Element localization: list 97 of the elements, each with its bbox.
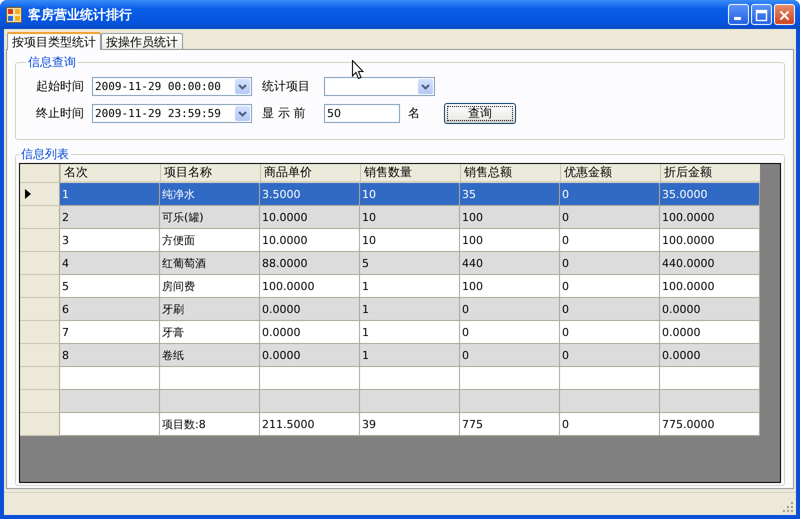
table-cell: 0.0000	[260, 298, 360, 321]
table-cell: 4	[60, 252, 160, 275]
app-icon	[6, 6, 22, 22]
table-cell: 卷纸	[160, 344, 260, 367]
table-cell: 100.0000	[660, 206, 760, 229]
dropdown-icon	[418, 79, 433, 94]
table-cell: 可乐(罐)	[160, 206, 260, 229]
table-cell: 6	[60, 298, 160, 321]
maximize-button[interactable]	[751, 4, 772, 25]
table-cell: 0	[560, 252, 660, 275]
mouse-pointer-icon	[352, 60, 364, 80]
column-header[interactable]: 优惠金额	[560, 164, 660, 183]
table-cell: 0	[560, 413, 660, 436]
table-cell: 项目数:8	[160, 413, 260, 436]
tab[interactable]: 按操作员统计	[101, 33, 183, 49]
table-cell: 7	[60, 321, 160, 344]
table-cell: 88.0000	[260, 252, 360, 275]
table-cell: 5	[60, 275, 160, 298]
table-cell: 5	[360, 252, 460, 275]
table-cell: 房间费	[160, 275, 260, 298]
table-cell: 3.5000	[260, 183, 360, 206]
table-cell: 10	[360, 206, 460, 229]
table-cell: 10.0000	[260, 229, 360, 252]
dropdown[interactable]	[324, 77, 435, 96]
tab[interactable]: 按项目类型统计	[7, 32, 101, 50]
field-label: 名	[408, 105, 420, 122]
query-button[interactable]: 查询	[444, 103, 516, 124]
table-cell: 0	[460, 321, 560, 344]
table-cell: 211.5000	[260, 413, 360, 436]
table-cell: 1	[360, 298, 460, 321]
table-cell: 39	[360, 413, 460, 436]
table-cell: 10.0000	[260, 206, 360, 229]
table-cell: 牙刷	[160, 298, 260, 321]
table-cell: 100	[460, 229, 560, 252]
group-title: 信息查询	[27, 54, 77, 71]
table-cell: 1	[60, 183, 160, 206]
table-cell: 1	[360, 275, 460, 298]
table-cell: 0	[560, 298, 660, 321]
table-cell: 100.0000	[660, 275, 760, 298]
table-cell: 0	[560, 275, 660, 298]
table-cell: 0	[560, 344, 660, 367]
dropdown-icon	[235, 106, 250, 121]
table-cell: 0.0000	[260, 321, 360, 344]
table-cell: 0.0000	[660, 344, 760, 367]
current-row-icon	[25, 189, 31, 199]
table-cell: 0	[560, 321, 660, 344]
table-cell: 100.0000	[660, 229, 760, 252]
count-field[interactable]: 50	[324, 104, 400, 123]
table-cell: 775	[460, 413, 560, 436]
table-cell: 0	[460, 344, 560, 367]
table-cell: 方便面	[160, 229, 260, 252]
field-label: 统计项目	[262, 78, 311, 95]
table-cell: 0	[560, 229, 660, 252]
date-picker[interactable]: 2009-11-29 00:00:00	[92, 77, 252, 96]
dropdown-icon	[235, 79, 250, 94]
table-cell: 100	[460, 275, 560, 298]
table-cell: 100	[460, 206, 560, 229]
field-label: 起始时间	[35, 78, 84, 95]
table-cell: 2	[60, 206, 160, 229]
table-cell: 8	[60, 344, 160, 367]
table-cell: 100.0000	[260, 275, 360, 298]
date-picker[interactable]: 2009-11-29 23:59:59	[92, 104, 252, 123]
table-cell: 35	[460, 183, 560, 206]
row-header[interactable]	[20, 183, 60, 206]
table-cell: 0.0000	[260, 344, 360, 367]
table-cell: 3	[60, 229, 160, 252]
column-header[interactable]: 名次	[60, 164, 160, 183]
group-title: 信息列表	[20, 146, 70, 163]
column-header[interactable]: 销售总额	[460, 164, 560, 183]
field-label: 终止时间	[35, 105, 84, 122]
table-cell: 440	[460, 252, 560, 275]
table-cell: 0.0000	[660, 298, 760, 321]
corner-header	[20, 164, 60, 183]
table-cell: 10	[360, 229, 460, 252]
column-header[interactable]: 项目名称	[160, 164, 260, 183]
table-cell: 0	[560, 183, 660, 206]
table-cell: 1	[360, 344, 460, 367]
table-cell: 0	[560, 206, 660, 229]
resize-grip-icon	[783, 502, 794, 513]
table-cell: 35.0000	[660, 183, 760, 206]
minimize-button[interactable]	[728, 4, 749, 25]
close-button[interactable]	[774, 4, 795, 25]
field-label: 显 示 前	[262, 105, 307, 122]
table-cell: 红葡萄酒	[160, 252, 260, 275]
column-header[interactable]: 商品单价	[260, 164, 360, 183]
table-cell: 10	[360, 183, 460, 206]
column-header[interactable]: 销售数量	[360, 164, 460, 183]
table-cell: 纯净水	[160, 183, 260, 206]
table-cell: 440.0000	[660, 252, 760, 275]
table-cell: 0.0000	[660, 321, 760, 344]
table-cell: 1	[360, 321, 460, 344]
window-title: 客房营业统计排行	[28, 6, 133, 24]
table-cell: 775.0000	[660, 413, 760, 436]
column-header[interactable]: 折后金额	[660, 164, 760, 183]
table-cell: 0	[460, 298, 560, 321]
table-cell: 牙膏	[160, 321, 260, 344]
minimize-icon	[734, 17, 741, 20]
